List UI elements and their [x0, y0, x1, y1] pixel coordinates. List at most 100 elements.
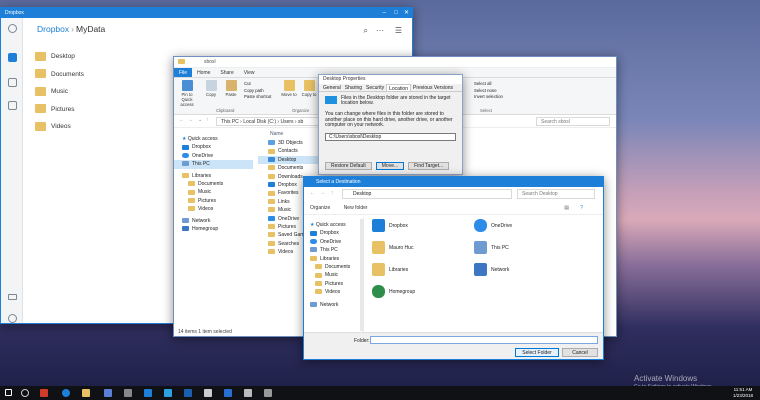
app-icon[interactable]: [224, 389, 232, 397]
explorer-icon[interactable]: [82, 389, 90, 397]
paper-icon[interactable]: [8, 101, 17, 110]
crumb[interactable]: Users: [280, 119, 293, 125]
crumb[interactable]: This PC: [221, 119, 239, 125]
word-icon[interactable]: [184, 389, 192, 397]
tab-file[interactable]: File: [174, 68, 193, 77]
clock[interactable]: 11:51 AM 1/23/2018: [733, 387, 753, 398]
tab-sharing[interactable]: Sharing: [343, 84, 364, 91]
tab-view[interactable]: View: [239, 68, 260, 77]
copy-to-button[interactable]: Copy to: [298, 80, 320, 97]
tab-previous-versions[interactable]: Previous Versions: [411, 84, 455, 91]
pin-button[interactable]: Pin to Quick access: [176, 80, 198, 107]
sort-icon[interactable]: ☰: [395, 26, 402, 35]
select-folder-button[interactable]: Select Folder: [515, 348, 559, 357]
search-input[interactable]: Search Desktop: [517, 189, 595, 199]
search-icon[interactable]: [21, 389, 29, 397]
select-title[interactable]: Select a Destination: [304, 177, 603, 187]
app-icon[interactable]: [164, 389, 172, 397]
up-icon[interactable]: ↑: [331, 190, 334, 196]
crumb[interactable]: Local Disk (C:): [243, 119, 276, 125]
nav-item[interactable]: This PC: [304, 246, 363, 254]
destination-item[interactable]: Network: [474, 263, 574, 283]
app-icon[interactable]: [264, 389, 272, 397]
tab-home[interactable]: Home: [192, 68, 215, 77]
destination-item[interactable]: This PC: [474, 241, 574, 261]
breadcrumb-root[interactable]: Dropbox: [37, 24, 69, 34]
app-icon[interactable]: [124, 389, 132, 397]
properties-title[interactable]: Desktop Properties: [319, 75, 462, 84]
app-icon[interactable]: [244, 389, 252, 397]
nav-item[interactable]: Pictures: [174, 197, 253, 205]
move-to-button[interactable]: Move to: [278, 80, 300, 97]
find-target-button[interactable]: Find Target...: [408, 162, 450, 170]
app-icon[interactable]: [204, 389, 212, 397]
up-icon[interactable]: ↑: [206, 117, 209, 123]
location-path-input[interactable]: C:\Users\sbosl\Desktop: [325, 133, 456, 142]
help-icon[interactable]: ?: [580, 201, 583, 215]
list-item[interactable]: Music: [35, 83, 84, 101]
chevron-down-icon[interactable]: ⌄: [198, 117, 202, 123]
back-icon[interactable]: ←: [310, 190, 315, 196]
edge-icon[interactable]: [62, 389, 70, 397]
dropbox-icon[interactable]: [144, 389, 152, 397]
tab-security[interactable]: Security: [364, 84, 386, 91]
destination-item[interactable]: Libraries: [372, 263, 472, 283]
nav-item[interactable]: ★ Quick access: [304, 221, 363, 229]
nav-item[interactable]: Libraries: [174, 172, 253, 180]
move-button[interactable]: Move...: [375, 162, 405, 170]
photos-icon[interactable]: [8, 78, 17, 87]
minimize-icon[interactable]: –: [383, 8, 386, 18]
settings-icon[interactable]: [8, 314, 17, 323]
nav-item[interactable]: Dropbox: [174, 143, 253, 151]
list-item[interactable]: Pictures: [35, 101, 84, 119]
tab-share[interactable]: Share: [215, 68, 238, 77]
invert-selection-button[interactable]: Invert selection: [474, 94, 503, 101]
forward-icon[interactable]: →: [320, 190, 325, 196]
tab-location[interactable]: Location: [386, 84, 411, 92]
start-icon[interactable]: [5, 389, 12, 396]
paste-shortcut-button[interactable]: Paste shortcut: [244, 94, 271, 101]
nav-item[interactable]: Music: [174, 188, 253, 196]
tab-general[interactable]: General: [321, 84, 343, 91]
destination-item[interactable]: OneDrive: [474, 219, 574, 239]
list-item[interactable]: Desktop: [35, 48, 84, 66]
view-icon[interactable]: ▤: [564, 201, 569, 215]
nav-item[interactable]: Dropbox: [304, 229, 363, 237]
nav-item[interactable]: Videos: [174, 205, 253, 213]
crumb[interactable]: sb: [298, 119, 303, 125]
list-item[interactable]: Videos: [35, 118, 84, 136]
destination-item[interactable]: Dropbox: [372, 219, 472, 239]
more-icon[interactable]: ⋯: [376, 26, 384, 35]
app-icon[interactable]: [104, 389, 112, 397]
restore-default-button[interactable]: Restore Default: [325, 162, 372, 170]
organize-button[interactable]: Organize: [310, 205, 330, 211]
nav-item[interactable]: Pictures: [304, 280, 363, 288]
nav-item[interactable]: Network: [174, 217, 253, 225]
destination-item[interactable]: Homegroup: [372, 285, 472, 305]
nav-item[interactable]: OneDrive: [304, 238, 363, 246]
nav-item[interactable]: Network: [304, 301, 363, 309]
new-folder-button[interactable]: New folder: [344, 205, 368, 211]
scrollbar[interactable]: [360, 219, 364, 331]
nav-item[interactable]: Documents: [304, 263, 363, 271]
close-icon[interactable]: ✕: [404, 8, 409, 18]
maximize-icon[interactable]: □: [394, 8, 398, 18]
select-address-bar[interactable]: Desktop: [342, 189, 512, 199]
nav-item-selected[interactable]: This PC: [174, 160, 253, 169]
search-icon[interactable]: ⌕: [364, 26, 368, 36]
folder-input[interactable]: [370, 336, 598, 344]
list-item[interactable]: Documents: [35, 66, 84, 84]
nav-item[interactable]: Videos: [304, 288, 363, 296]
search-input[interactable]: Search sbosl: [536, 117, 610, 126]
back-icon[interactable]: ←: [179, 117, 184, 123]
nav-item[interactable]: Libraries: [304, 255, 363, 263]
nav-item[interactable]: Documents: [174, 180, 253, 188]
notifications-icon[interactable]: [8, 294, 17, 300]
copy-button[interactable]: Copy: [200, 80, 222, 97]
address-bar[interactable]: This PC › Local Disk (C:) › Users › sb: [216, 117, 320, 126]
nav-item[interactable]: OneDrive: [174, 152, 253, 160]
app-icon[interactable]: [40, 389, 48, 397]
files-icon[interactable]: [8, 53, 17, 62]
paste-button[interactable]: Paste: [220, 80, 242, 97]
explorer-titlebar[interactable]: sbosl: [174, 57, 616, 68]
